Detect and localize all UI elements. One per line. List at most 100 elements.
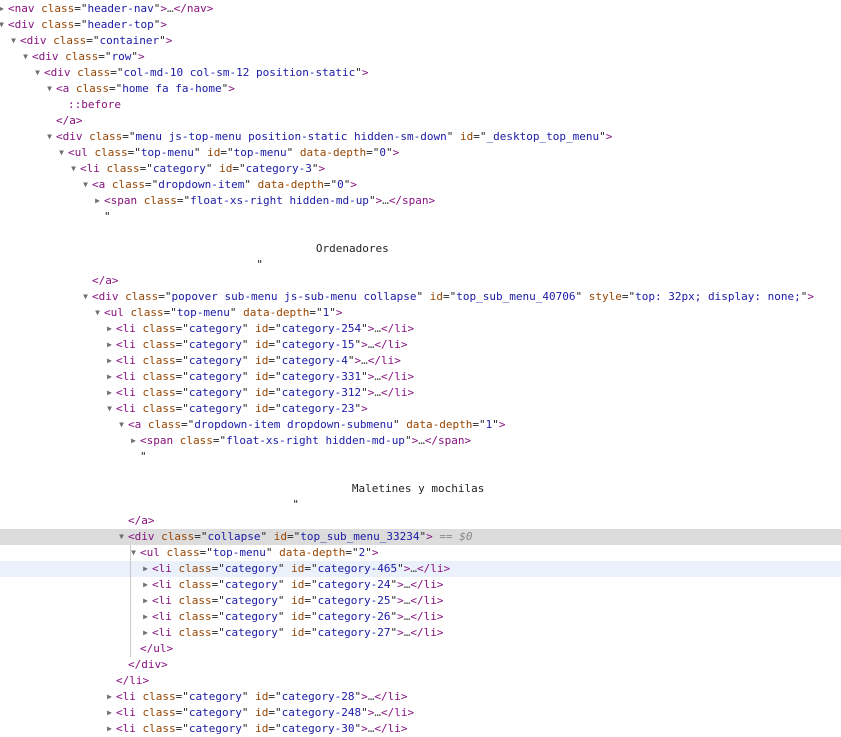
- token-tag: </a>: [56, 114, 83, 127]
- expand-triangle-icon[interactable]: ▼: [81, 289, 90, 305]
- dom-node-row[interactable]: </a>: [0, 113, 841, 129]
- token-ellipsis: …: [374, 322, 381, 335]
- collapse-triangle-icon[interactable]: ▶: [141, 609, 150, 625]
- token-s: ": [416, 290, 430, 303]
- collapse-triangle-icon[interactable]: ▶: [105, 705, 114, 721]
- dom-node-row[interactable]: ▼ <div class="popover sub-menu js-sub-men…: [0, 289, 841, 305]
- collapse-triangle-icon[interactable]: ▶: [141, 625, 150, 641]
- dom-node-row[interactable]: </ul>: [0, 641, 841, 657]
- dom-node-row[interactable]: ▼ <li class="category" id="category-23">: [0, 401, 841, 417]
- dom-node-row[interactable]: ▶ <li class="category" id="category-4">…<…: [0, 353, 841, 369]
- dom-node-row[interactable]: ▶ <li class="category" id="category-331">…: [0, 369, 841, 385]
- token-s: =": [211, 610, 225, 623]
- dom-node-row[interactable]: ▶ <li class="category" id="category-465">…: [0, 561, 841, 577]
- collapse-triangle-icon[interactable]: ▶: [93, 193, 102, 209]
- dom-node-row[interactable]: ▼ <ul class="top-menu" id="top-menu" data…: [0, 145, 841, 161]
- collapse-triangle-icon[interactable]: ▶: [105, 369, 114, 385]
- dom-node-markup: <ul class="top-menu" data-depth="2">: [140, 545, 378, 561]
- collapse-triangle-icon[interactable]: ▶: [105, 337, 114, 353]
- expand-triangle-icon[interactable]: ▼: [57, 145, 66, 161]
- dom-node-row[interactable]: ▼ <ul class="top-menu" data-depth="2">: [0, 545, 841, 561]
- token-val: category: [188, 690, 242, 703]
- dom-node-row[interactable]: ▶ <span class="float-xs-right hidden-md-u…: [0, 193, 841, 209]
- expand-triangle-icon[interactable]: ▼: [45, 129, 54, 145]
- collapse-triangle-icon[interactable]: ▶: [0, 1, 6, 17]
- dom-node-row[interactable]: ▶ <nav class="header-nav">…</nav>: [0, 1, 841, 17]
- expand-triangle-icon[interactable]: ▼: [81, 177, 90, 193]
- token-s: [136, 338, 143, 351]
- dom-node-row[interactable]: ▶ <li class="category" id="category-24">……: [0, 577, 841, 593]
- dom-node-row[interactable]: ▼ <div class="row">: [0, 49, 841, 65]
- expand-triangle-icon[interactable]: ▼: [117, 417, 126, 433]
- token-s: ": [397, 562, 404, 575]
- dom-node-row[interactable]: ▶ <span class="float-xs-right hidden-md-u…: [0, 433, 841, 449]
- dom-node-row[interactable]: ": [0, 449, 841, 465]
- token-tag: >: [498, 418, 506, 431]
- expand-triangle-icon[interactable]: ▼: [117, 529, 126, 545]
- token-tag: <li: [152, 562, 172, 575]
- dom-node-row[interactable]: ▶ <li class="category" id="category-254">…: [0, 321, 841, 337]
- collapse-triangle-icon[interactable]: ▶: [105, 385, 114, 401]
- dom-node-markup: <a class="home fa fa-home">: [56, 81, 235, 97]
- dom-node-row[interactable]: Maletines y mochilas: [0, 481, 841, 497]
- expand-triangle-icon[interactable]: ▼: [93, 305, 102, 321]
- expand-triangle-icon[interactable]: ▼: [9, 33, 18, 49]
- token-s: =": [74, 2, 88, 15]
- dom-node-row[interactable]: ::before: [0, 97, 841, 113]
- expand-triangle-icon[interactable]: ▼: [33, 65, 42, 81]
- collapse-triangle-icon[interactable]: ▶: [105, 689, 114, 705]
- dom-node-row[interactable]: ": [0, 497, 841, 513]
- collapse-triangle-icon[interactable]: ▶: [105, 353, 114, 369]
- token-attr: class: [41, 18, 75, 31]
- dom-node-row[interactable]: ": [0, 209, 841, 225]
- collapse-triangle-icon[interactable]: ▶: [141, 561, 150, 577]
- token-s: ": [385, 146, 393, 159]
- token-s: [136, 402, 143, 415]
- dom-node-row[interactable]: ▼ <div class="collapse" id="top_sub_menu_…: [0, 529, 841, 545]
- dom-node-row[interactable]: ▼ <a class="home fa fa-home">: [0, 81, 841, 97]
- token-s: [105, 178, 112, 191]
- collapse-triangle-icon[interactable]: ▶: [105, 321, 114, 337]
- dom-node-row[interactable]: ▶ <li class="category" id="category-26">……: [0, 609, 841, 625]
- dom-node-row[interactable]: ▶ <li class="category" id="category-15">……: [0, 337, 841, 353]
- dom-node-row[interactable]: ▶ <li class="category" id="category-248">…: [0, 705, 841, 721]
- dom-node-markup: <li class="category" id="category-465">……: [152, 561, 450, 577]
- dom-node-row[interactable]: </a>: [0, 273, 841, 289]
- expand-triangle-icon[interactable]: ▼: [0, 17, 6, 33]
- expand-triangle-icon[interactable]: ▼: [105, 401, 114, 417]
- expand-triangle-icon[interactable]: ▼: [45, 81, 54, 97]
- dom-node-row[interactable]: ▼ <ul class="top-menu" data-depth="1">: [0, 305, 841, 321]
- dom-node-row[interactable]: ▼ <div class="menu js-top-menu position-s…: [0, 129, 841, 145]
- token-s: ": [361, 386, 368, 399]
- dom-node-row[interactable]: ▼ <a class="dropdown-item dropdown-submen…: [0, 417, 841, 433]
- collapse-triangle-icon[interactable]: ▶: [141, 593, 150, 609]
- dom-node-row[interactable]: </div>: [0, 657, 841, 673]
- token-pseudo: ::before: [68, 98, 121, 111]
- dom-node-row[interactable]: ▼ <a class="dropdown-item" data-depth="0"…: [0, 177, 841, 193]
- expand-triangle-icon[interactable]: ▼: [69, 161, 78, 177]
- dom-node-row[interactable]: </li>: [0, 673, 841, 689]
- collapse-triangle-icon[interactable]: ▶: [141, 577, 150, 593]
- dom-node-row[interactable]: ▶ <li class="category" id="category-28">……: [0, 689, 841, 705]
- expand-triangle-icon[interactable]: ▼: [21, 49, 30, 65]
- token-val: home fa fa-home: [122, 82, 222, 95]
- dom-node-row[interactable]: ▶ <li class="category" id="category-312">…: [0, 385, 841, 401]
- dom-node-row[interactable]: ▼ <div class="col-md-10 col-sm-12 positio…: [0, 65, 841, 81]
- dom-node-row[interactable]: ▶ <li class="category" id="category-27">……: [0, 625, 841, 641]
- token-tag: <div: [128, 530, 155, 543]
- dom-node-row[interactable]: [0, 465, 841, 481]
- dom-node-row[interactable]: [0, 225, 841, 241]
- token-val: category: [224, 594, 278, 607]
- token-s: ": [599, 130, 606, 143]
- token-tag: <span: [104, 194, 138, 207]
- dom-node-row[interactable]: Ordenadores: [0, 241, 841, 257]
- dom-node-row[interactable]: ▼ <div class="header-top">: [0, 17, 841, 33]
- dom-node-row[interactable]: </a>: [0, 513, 841, 529]
- dom-node-row[interactable]: ": [0, 257, 841, 273]
- dom-node-row[interactable]: ▼ <div class="container">: [0, 33, 841, 49]
- collapse-triangle-icon[interactable]: ▶: [105, 721, 114, 737]
- dom-node-row[interactable]: ▶ <li class="category" id="category-25">……: [0, 593, 841, 609]
- dom-node-row[interactable]: ▼ <li class="category" id="category-3">: [0, 161, 841, 177]
- collapse-triangle-icon[interactable]: ▶: [129, 433, 138, 449]
- dom-node-row[interactable]: ▶ <li class="category" id="category-30">……: [0, 721, 841, 737]
